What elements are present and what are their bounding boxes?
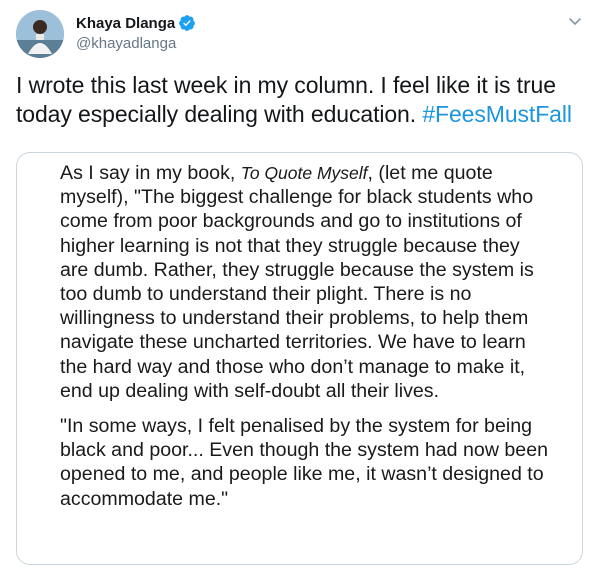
- quote-rest: , (let me quote myself), "The biggest ch…: [60, 162, 534, 402]
- author-handle[interactable]: @khayadlanga: [76, 35, 196, 52]
- author-display-name[interactable]: Khaya Dlanga: [76, 15, 175, 32]
- book-title: To Quote Myself: [240, 163, 368, 183]
- name-row: Khaya Dlanga: [76, 13, 196, 33]
- verified-badge-icon: [178, 14, 196, 32]
- author-block: Khaya Dlanga @khayadlanga: [76, 13, 196, 52]
- avatar-photo: [16, 10, 64, 58]
- media-image-card[interactable]: As I say in my book, To Quote Myself, (l…: [16, 152, 583, 565]
- tweet: Khaya Dlanga @khayadlanga I wrote this l…: [0, 0, 601, 579]
- tweet-text: I wrote this last week in my column. I f…: [16, 71, 586, 129]
- hashtag-link[interactable]: #FeesMustFall: [422, 101, 572, 127]
- author-avatar[interactable]: [16, 10, 64, 58]
- quote-lead: As I say in my book,: [60, 162, 241, 184]
- chevron-down-icon[interactable]: [567, 13, 583, 29]
- quote-paragraph-2: "In some ways, I felt penalised by the s…: [60, 415, 548, 510]
- quote-image: As I say in my book, To Quote Myself, (l…: [60, 161, 550, 511]
- quote-paragraph-1: As I say in my book, To Quote Myself, (l…: [60, 161, 550, 403]
